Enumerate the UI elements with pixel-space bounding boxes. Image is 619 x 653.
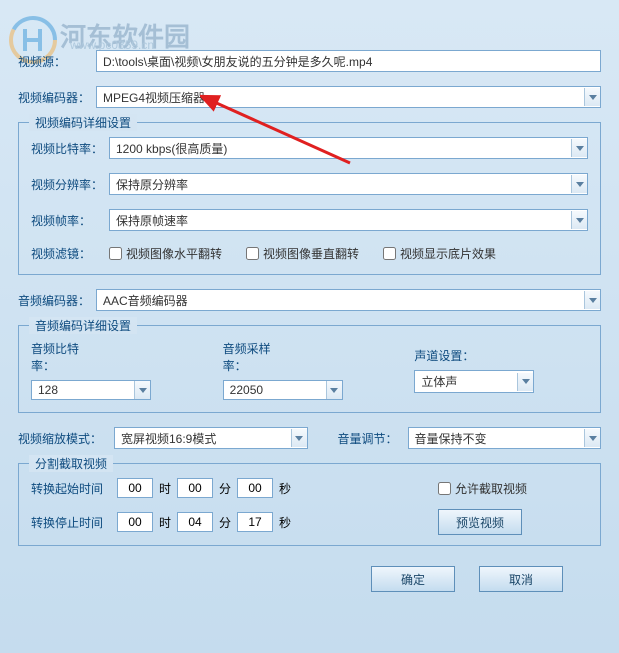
start-label: 转换起始时间 (31, 480, 111, 497)
chevron-down-icon (571, 139, 587, 157)
vres-label: 视频分辨率： (31, 176, 109, 193)
aencoder-select[interactable]: AAC音频编码器 (96, 289, 601, 311)
negative-checkbox[interactable]: 视频显示底片效果 (383, 245, 496, 262)
vencoder-label: 视频编码器： (18, 89, 96, 106)
start-min-input[interactable] (177, 478, 213, 498)
allow-trim-checkbox[interactable]: 允许截取视频 (438, 480, 527, 497)
end-label: 转换停止时间 (31, 514, 111, 531)
chevron-down-icon (517, 373, 533, 391)
vflip-checkbox[interactable]: 视频图像垂直翻转 (246, 245, 359, 262)
vencoder-value: MPEG4视频压缩器 (103, 89, 205, 106)
audio-encoding-group: 音频编码详细设置 音频比特率： 128 音频采样率： 22050 声道设置： (18, 325, 601, 413)
chevron-down-icon (571, 211, 587, 229)
asamplerate-label: 音频采样率： (223, 340, 289, 374)
chevron-down-icon (584, 429, 600, 447)
volume-select[interactable]: 音量保持不变 (408, 427, 602, 449)
cancel-button[interactable]: 取消 (479, 566, 563, 592)
chevron-down-icon (571, 175, 587, 193)
chevron-down-icon (134, 381, 150, 399)
vfps-select[interactable]: 保持原帧速率 (109, 209, 588, 231)
scale-select[interactable]: 宽屏视频16:9模式 (114, 427, 308, 449)
chevron-down-icon (584, 88, 600, 106)
scale-label: 视频缩放模式： (18, 430, 104, 447)
chevron-down-icon (584, 291, 600, 309)
source-input[interactable] (96, 50, 601, 72)
aencoder-label: 音频编码器： (18, 292, 96, 309)
hflip-checkbox[interactable]: 视频图像水平翻转 (109, 245, 222, 262)
start-hour-input[interactable] (117, 478, 153, 498)
source-label: 视频源： (18, 53, 96, 70)
chevron-down-icon (326, 381, 342, 399)
preview-button[interactable]: 预览视频 (438, 509, 522, 535)
trim-group: 分割截取视频 转换起始时间 时 分 秒 转换停止时间 时 分 秒 允许截取视频 … (18, 463, 601, 546)
vencoder-select[interactable]: MPEG4视频压缩器 (96, 86, 601, 108)
aenc-legend: 音频编码详细设置 (29, 317, 137, 334)
end-sec-input[interactable] (237, 512, 273, 532)
asamplerate-select[interactable]: 22050 (223, 380, 343, 400)
volume-label: 音量调节： (338, 430, 398, 447)
vres-select[interactable]: 保持原分辨率 (109, 173, 588, 195)
trim-legend: 分割截取视频 (29, 455, 113, 472)
vfps-label: 视频帧率： (31, 212, 109, 229)
venc-legend: 视频编码详细设置 (29, 114, 137, 131)
start-sec-input[interactable] (237, 478, 273, 498)
achannel-select[interactable]: 立体声 (414, 370, 534, 393)
end-hour-input[interactable] (117, 512, 153, 532)
chevron-down-icon (291, 429, 307, 447)
vbitrate-label: 视频比特率： (31, 140, 109, 157)
ok-button[interactable]: 确定 (371, 566, 455, 592)
abitrate-label: 音频比特率： (31, 340, 97, 374)
achannel-label: 声道设置： (414, 347, 480, 364)
vfilter-label: 视频滤镜： (31, 245, 109, 262)
abitrate-select[interactable]: 128 (31, 380, 151, 400)
vbitrate-select[interactable]: 1200 kbps(很高质量) (109, 137, 588, 159)
end-min-input[interactable] (177, 512, 213, 532)
video-encoding-group: 视频编码详细设置 视频比特率： 1200 kbps(很高质量) 视频分辨率： 保… (18, 122, 601, 275)
